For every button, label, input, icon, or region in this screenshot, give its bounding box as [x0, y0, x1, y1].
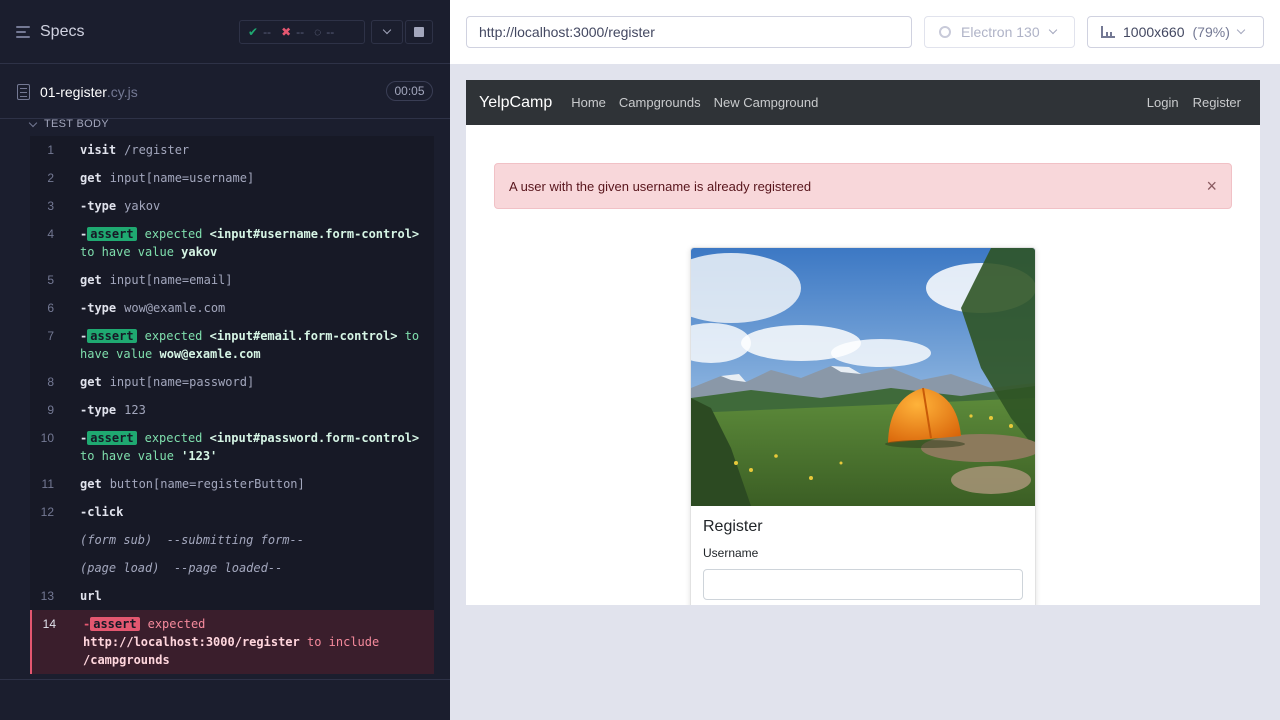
- specs-menu-icon[interactable]: [16, 25, 32, 39]
- app-iframe: YelpCamp Home Campgrounds New Campground…: [466, 80, 1260, 605]
- username-input[interactable]: [703, 569, 1023, 600]
- url-bar[interactable]: http://localhost:3000/register: [466, 16, 912, 48]
- campsite-image: [691, 248, 1035, 506]
- specs-title[interactable]: Specs: [40, 23, 84, 41]
- command-row[interactable]: 13 url: [30, 582, 434, 610]
- browser-gear-icon: [939, 26, 951, 38]
- chevron-down-icon: [1048, 25, 1057, 35]
- expand-toggle-button[interactable]: [371, 20, 403, 44]
- event-row[interactable]: (form sub) --submitting form--: [30, 526, 434, 554]
- alert-message: A user with the given username is alread…: [509, 178, 812, 194]
- register-card: Register Username: [690, 247, 1036, 605]
- chevron-down-icon: [1236, 25, 1246, 35]
- nav-link-login[interactable]: Login: [1147, 95, 1179, 110]
- command-row[interactable]: 3 -type yakov: [30, 192, 434, 220]
- nav-link-new-campground[interactable]: New Campground: [714, 95, 819, 110]
- assert-row[interactable]: 4 - assert expected <input#username.form-c…: [30, 220, 434, 266]
- file-icon: [17, 83, 30, 100]
- viewport-selector[interactable]: 1000x660 (79%): [1087, 16, 1264, 48]
- test-stats: ✔ -- ✖ -- ◌ --: [239, 20, 365, 44]
- assert-badge: assert: [87, 227, 137, 241]
- assert-badge: assert: [87, 329, 137, 343]
- command-row[interactable]: 2 get input[name=username]: [30, 164, 434, 192]
- command-row[interactable]: 11 get button[name=registerButton]: [30, 470, 434, 498]
- stop-button[interactable]: [405, 20, 433, 44]
- command-row[interactable]: 1 visit/register: [30, 136, 434, 164]
- check-icon: ✔: [248, 25, 259, 39]
- brand-link[interactable]: YelpCamp: [479, 94, 552, 112]
- command-row[interactable]: 6 -type wow@examle.com: [30, 294, 434, 322]
- command-log: 1 visit/register 2 get input[name=usernam…: [30, 136, 434, 674]
- test-body-header[interactable]: TEST BODY: [28, 117, 109, 131]
- viewport-size: 1000x660: [1123, 24, 1185, 40]
- assert-row[interactable]: 7 - assert expected <input#email.form-cont…: [30, 322, 434, 368]
- browser-selector[interactable]: Electron 130: [924, 16, 1075, 48]
- ruler-icon: [1101, 26, 1115, 38]
- close-icon[interactable]: ×: [1206, 176, 1217, 196]
- command-row[interactable]: 9 -type 123: [30, 396, 434, 424]
- nav-link-home[interactable]: Home: [571, 95, 606, 110]
- event-row[interactable]: (page load) --page loaded--: [30, 554, 434, 582]
- stop-icon: [414, 27, 424, 37]
- chevron-down-icon: [382, 25, 392, 35]
- nav-right: Login Register: [1147, 80, 1241, 125]
- spec-duration: 00:05: [386, 81, 433, 101]
- x-icon: ✖: [281, 25, 292, 39]
- nav-link-register[interactable]: Register: [1193, 95, 1241, 110]
- failed-stat: ✖ --: [281, 25, 305, 39]
- browser-name: Electron 130: [961, 24, 1040, 40]
- assert-badge: assert: [90, 617, 140, 631]
- chevron-down-icon: [28, 118, 38, 127]
- pending-stat: ◌ --: [314, 25, 335, 39]
- command-row[interactable]: 8 get input[name=password]: [30, 368, 434, 396]
- viewport-scale: (79%): [1192, 24, 1230, 40]
- assert-row[interactable]: 10 - assert expected <input#password.form-…: [30, 424, 434, 470]
- assert-badge: assert: [87, 431, 137, 445]
- card-title: Register: [703, 518, 763, 535]
- failed-assert-row[interactable]: 14 - assert expected http://localhost:3000/…: [30, 610, 434, 674]
- spec-file-row[interactable]: 01-register .cy.js 00:05: [0, 65, 450, 119]
- command-row[interactable]: 12 -click: [30, 498, 434, 526]
- command-row[interactable]: 5 get input[name=email]: [30, 266, 434, 294]
- spec-file-name: 01-register: [40, 83, 107, 100]
- cypress-reporter: Specs ✔ -- ✖ -- ◌ -- 01-register .cy.js 00:0…: [0, 0, 450, 720]
- aut-toolbar: http://localhost:3000/register Electron …: [450, 0, 1280, 64]
- app-navbar: YelpCamp Home Campgrounds New Campground…: [466, 80, 1260, 125]
- passed-stat: ✔ --: [248, 25, 272, 39]
- reporter-divider: [0, 679, 450, 680]
- app-under-test-panel: http://localhost:3000/register Electron …: [450, 0, 1280, 720]
- spinner-icon: ◌: [314, 25, 322, 39]
- nav-link-campgrounds[interactable]: Campgrounds: [619, 95, 701, 110]
- spec-file-ext: .cy.js: [106, 83, 138, 100]
- username-label: Username: [703, 546, 759, 560]
- error-alert: A user with the given username is alread…: [494, 163, 1232, 209]
